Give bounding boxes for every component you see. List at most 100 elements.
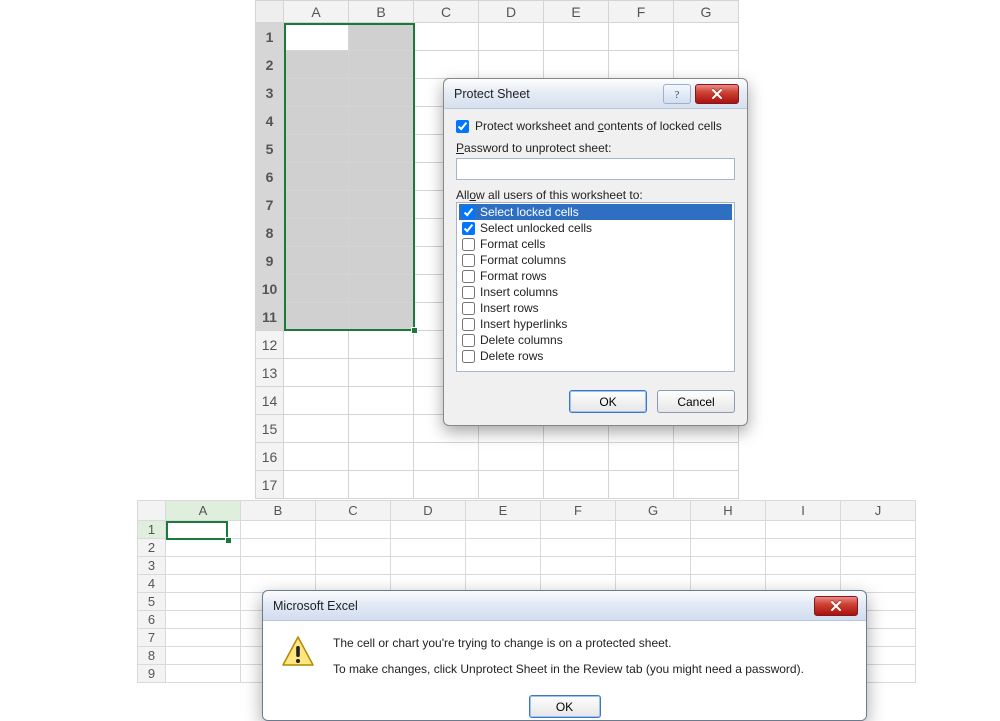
allow-item-checkbox[interactable] xyxy=(462,238,475,251)
cell[interactable] xyxy=(349,247,414,275)
cell[interactable] xyxy=(284,219,349,247)
allow-permissions-list[interactable]: Select locked cells Select unlocked cell… xyxy=(456,202,735,372)
allow-item[interactable]: Format rows xyxy=(459,268,732,284)
cell[interactable] xyxy=(284,247,349,275)
cell[interactable] xyxy=(674,471,739,499)
cell[interactable] xyxy=(284,23,349,51)
cell[interactable] xyxy=(541,539,616,557)
dialog-titlebar[interactable]: Protect Sheet ? xyxy=(444,79,747,109)
cell[interactable] xyxy=(349,275,414,303)
col-header[interactable]: A xyxy=(284,1,349,23)
allow-item[interactable]: Format columns xyxy=(459,252,732,268)
selection-handle[interactable] xyxy=(411,327,418,334)
cell[interactable] xyxy=(349,387,414,415)
cell[interactable] xyxy=(541,521,616,539)
col-header[interactable]: B xyxy=(241,501,316,521)
col-header[interactable]: E xyxy=(466,501,541,521)
cell[interactable] xyxy=(166,629,241,647)
cell[interactable] xyxy=(479,23,544,51)
cell[interactable] xyxy=(284,79,349,107)
col-header[interactable]: C xyxy=(414,1,479,23)
cell[interactable] xyxy=(674,23,739,51)
cell[interactable] xyxy=(841,521,916,539)
row-header[interactable]: 5 xyxy=(138,593,166,611)
col-header[interactable]: G xyxy=(616,501,691,521)
cell[interactable] xyxy=(544,471,609,499)
cell[interactable] xyxy=(284,51,349,79)
cell[interactable] xyxy=(241,521,316,539)
cell[interactable] xyxy=(414,51,479,79)
col-header[interactable]: E xyxy=(544,1,609,23)
ok-button[interactable]: OK xyxy=(569,390,647,413)
cell[interactable] xyxy=(284,387,349,415)
allow-item-checkbox[interactable] xyxy=(462,334,475,347)
cell[interactable] xyxy=(391,557,466,575)
cell[interactable] xyxy=(284,275,349,303)
row-header[interactable]: 15 xyxy=(256,415,284,443)
row-header[interactable]: 6 xyxy=(256,163,284,191)
cell[interactable] xyxy=(479,443,544,471)
allow-item-checkbox[interactable] xyxy=(462,222,475,235)
cell[interactable] xyxy=(466,521,541,539)
cell[interactable] xyxy=(284,135,349,163)
cell[interactable] xyxy=(166,557,241,575)
row-header[interactable]: 3 xyxy=(138,557,166,575)
allow-item-checkbox[interactable] xyxy=(462,318,475,331)
row-header[interactable]: 1 xyxy=(138,521,166,539)
cell[interactable] xyxy=(166,575,241,593)
allow-item[interactable]: Select unlocked cells xyxy=(459,220,732,236)
cell[interactable] xyxy=(349,191,414,219)
cell[interactable] xyxy=(241,539,316,557)
cell[interactable] xyxy=(609,471,674,499)
cell[interactable] xyxy=(284,331,349,359)
row-header[interactable]: 11 xyxy=(256,303,284,331)
col-header[interactable]: B xyxy=(349,1,414,23)
row-header[interactable]: 12 xyxy=(256,331,284,359)
cell[interactable] xyxy=(349,331,414,359)
row-header[interactable]: 3 xyxy=(256,79,284,107)
col-header[interactable]: I xyxy=(766,501,841,521)
cell[interactable] xyxy=(391,539,466,557)
close-button[interactable] xyxy=(695,84,739,104)
row-header[interactable]: 17 xyxy=(256,471,284,499)
cell[interactable] xyxy=(349,359,414,387)
col-header[interactable]: D xyxy=(479,1,544,23)
cell[interactable] xyxy=(766,539,841,557)
select-all-corner[interactable] xyxy=(256,1,284,23)
cell[interactable] xyxy=(616,539,691,557)
cell[interactable] xyxy=(414,443,479,471)
cell[interactable] xyxy=(691,521,766,539)
cell[interactable] xyxy=(316,521,391,539)
cell[interactable] xyxy=(616,521,691,539)
row-header[interactable]: 5 xyxy=(256,135,284,163)
cell[interactable] xyxy=(349,79,414,107)
cell[interactable] xyxy=(166,647,241,665)
cell[interactable] xyxy=(841,557,916,575)
allow-item-checkbox[interactable] xyxy=(462,286,475,299)
cell[interactable] xyxy=(391,521,466,539)
cell[interactable] xyxy=(466,557,541,575)
password-input[interactable] xyxy=(456,158,735,180)
col-header[interactable]: A xyxy=(166,501,241,521)
col-header[interactable]: G xyxy=(674,1,739,23)
close-button[interactable] xyxy=(814,596,858,616)
cell[interactable] xyxy=(166,593,241,611)
cell[interactable] xyxy=(609,443,674,471)
cell[interactable] xyxy=(166,611,241,629)
row-header[interactable]: 1 xyxy=(256,23,284,51)
row-header[interactable]: 7 xyxy=(138,629,166,647)
select-all-corner[interactable] xyxy=(138,501,166,521)
allow-item-checkbox[interactable] xyxy=(462,206,475,219)
cell[interactable] xyxy=(349,219,414,247)
allow-item[interactable]: Insert columns xyxy=(459,284,732,300)
cell[interactable] xyxy=(616,557,691,575)
row-header[interactable]: 6 xyxy=(138,611,166,629)
row-header[interactable]: 14 xyxy=(256,387,284,415)
cell[interactable] xyxy=(349,303,414,331)
cell[interactable] xyxy=(466,539,541,557)
col-header[interactable]: F xyxy=(609,1,674,23)
selection-handle[interactable] xyxy=(225,537,232,544)
col-header[interactable]: C xyxy=(316,501,391,521)
allow-item[interactable]: Insert rows xyxy=(459,300,732,316)
cell[interactable] xyxy=(349,51,414,79)
